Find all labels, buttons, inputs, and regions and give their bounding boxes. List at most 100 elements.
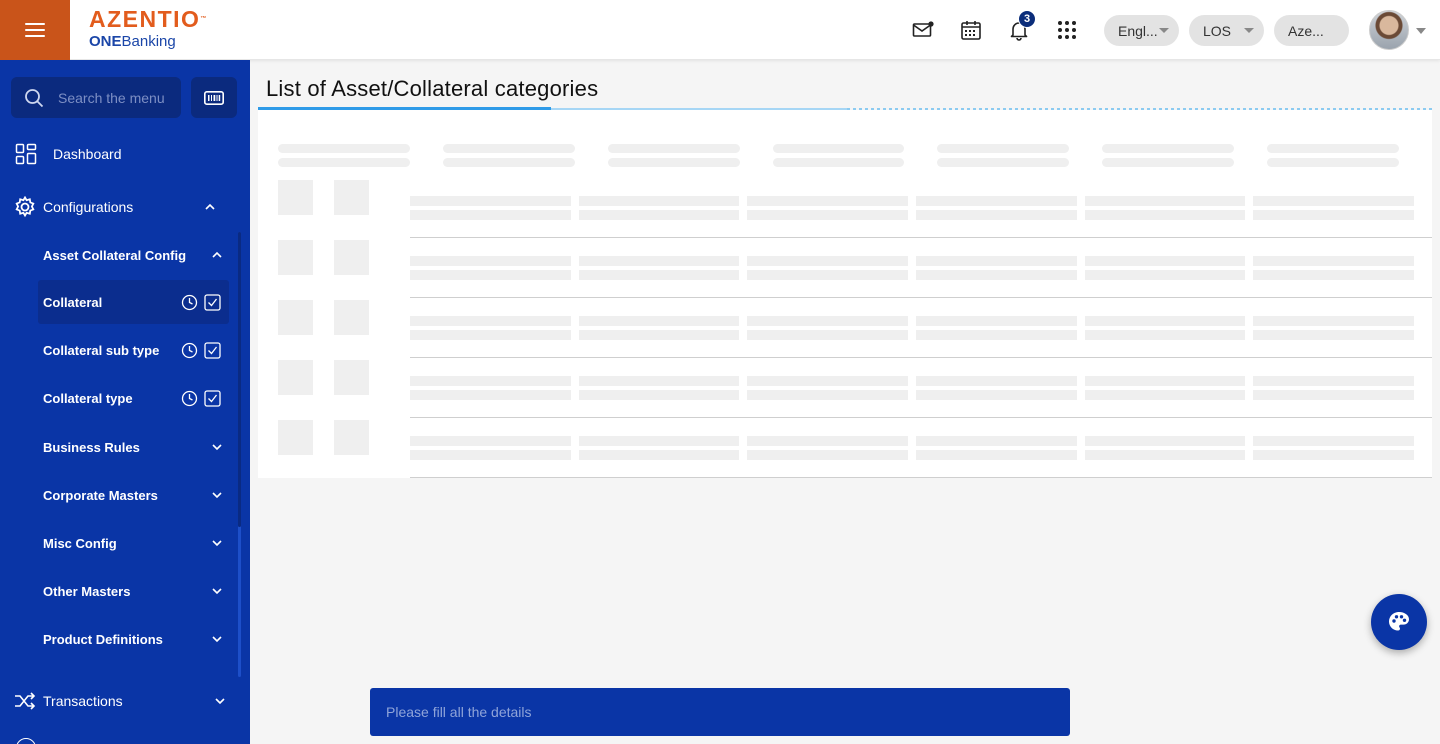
skeleton-row	[916, 210, 1077, 220]
azentio-logo[interactable]: AZENTIO™ ONEBanking	[89, 7, 208, 51]
messages-button[interactable]	[911, 18, 935, 42]
skeleton-row	[579, 196, 739, 206]
user-avatar[interactable]	[1369, 10, 1409, 50]
skeleton-row	[916, 270, 1077, 280]
skeleton-row	[410, 390, 571, 400]
sidebar-item-other-masters[interactable]: Other Masters	[38, 569, 229, 613]
sidebar-item-collateral-sub-type[interactable]: Collateral sub type	[38, 328, 229, 372]
sidebar-item-misc-config[interactable]: Misc Config	[38, 521, 229, 565]
skeleton-row	[410, 436, 571, 446]
skeleton-row	[579, 316, 739, 326]
chevron-down-icon	[212, 588, 222, 595]
skeleton-row	[916, 316, 1077, 326]
logo-sub-text: Banking	[121, 33, 176, 50]
entity-value: Aze...	[1288, 22, 1324, 39]
skeleton-row	[278, 420, 313, 455]
theme-palette-button[interactable]	[1371, 594, 1427, 650]
barcode-button[interactable]	[191, 77, 237, 118]
sidebar-scrollbar-thumb[interactable]	[238, 232, 241, 527]
skeleton-header	[1102, 158, 1234, 167]
skeleton-row	[579, 256, 739, 266]
skeleton-row	[579, 436, 739, 446]
checkbox-checked-icon[interactable]	[204, 390, 221, 407]
sidebar-item-collateral[interactable]: Collateral	[38, 280, 229, 324]
hamburger-icon	[25, 23, 45, 37]
sidebar-item-asset-collateral-config[interactable]: Asset Collateral Config	[38, 233, 229, 277]
calendar-icon	[961, 21, 981, 40]
skeleton-row	[916, 376, 1077, 386]
sidebar-item-label: Collateral	[43, 294, 103, 310]
skeleton-row	[747, 210, 908, 220]
shuffle-icon	[14, 690, 36, 712]
checkbox-checked-icon[interactable]	[204, 294, 221, 311]
skeleton-row	[1253, 196, 1414, 206]
search-icon	[25, 88, 44, 107]
apps-grid-icon	[1058, 21, 1076, 39]
skeleton-row	[1253, 210, 1414, 220]
sidebar-item-dashboard[interactable]: Dashboard	[0, 132, 240, 176]
skeleton-header	[1267, 158, 1399, 167]
skeleton-row	[579, 330, 739, 340]
skeleton-row	[579, 376, 739, 386]
skeleton-row	[334, 420, 369, 455]
table-row-divider	[410, 237, 1432, 238]
checkbox-checked-icon[interactable]	[204, 342, 221, 359]
language-select[interactable]: Engl...	[1104, 15, 1179, 46]
sidebar-item-product-definitions[interactable]: Product Definitions	[38, 617, 229, 661]
calendar-button[interactable]	[959, 18, 983, 42]
skeleton-header	[937, 144, 1069, 153]
skeleton-header	[1102, 144, 1234, 153]
skeleton-row	[579, 270, 739, 280]
chevron-down-icon	[212, 540, 222, 547]
sidebar-item-configurations[interactable]: Configurations	[0, 185, 240, 229]
chevron-down-icon	[215, 698, 225, 705]
clock-icon[interactable]	[181, 342, 198, 359]
skeleton-row	[916, 196, 1077, 206]
skeleton-row	[410, 210, 571, 220]
menu-toggle-button[interactable]	[0, 0, 70, 60]
table-row-divider	[410, 357, 1432, 358]
barcode-icon	[204, 90, 224, 105]
skeleton-row	[1085, 210, 1245, 220]
clock-icon[interactable]	[181, 294, 198, 311]
module-select[interactable]: LOS	[1189, 15, 1264, 46]
table-row-divider	[410, 477, 1432, 478]
sidebar-item-label: Misc Config	[43, 535, 117, 551]
gear-icon	[14, 196, 36, 218]
skeleton-row	[410, 316, 571, 326]
sidebar-item-label: Collateral type	[43, 390, 133, 406]
skeleton-row	[1085, 436, 1245, 446]
menu-search-input[interactable]	[58, 89, 178, 106]
skeleton-row	[278, 180, 313, 215]
skeleton-row	[278, 360, 313, 395]
skeleton-header	[773, 144, 904, 153]
mail-icon	[912, 21, 934, 37]
sidebar-item-corporate-masters[interactable]: Corporate Masters	[38, 473, 229, 517]
skeleton-row	[747, 270, 908, 280]
skeleton-row	[1253, 390, 1414, 400]
skeleton-header	[773, 158, 904, 167]
logo-brand-text: AZENTIO	[89, 6, 201, 32]
sidebar-item-label: Product Definitions	[43, 631, 163, 647]
skeleton-row	[579, 450, 739, 460]
sidebar-item-label: Collateral sub type	[43, 342, 160, 358]
snackbar-message: Please fill all the details	[370, 688, 1070, 736]
sidebar-item-transactions[interactable]: Transactions	[0, 679, 240, 723]
sidebar-item-collateral-type[interactable]: Collateral type	[38, 376, 229, 420]
skeleton-row	[278, 300, 313, 335]
module-value: LOS	[1203, 22, 1232, 39]
skeleton-row	[1253, 330, 1414, 340]
entity-select[interactable]: Aze...	[1274, 15, 1349, 46]
apps-button[interactable]	[1055, 18, 1079, 42]
sidebar-item-label: Other Masters	[43, 583, 131, 599]
caret-down-icon[interactable]	[1416, 28, 1426, 34]
sidebar-item-label: Asset Collateral Config	[43, 247, 187, 263]
skeleton-row	[1085, 376, 1245, 386]
palette-icon	[1389, 612, 1409, 631]
chevron-down-icon	[212, 492, 222, 499]
skeleton-row	[334, 240, 369, 275]
sidebar-item-business-rules[interactable]: Business Rules	[38, 425, 229, 469]
skeleton-header	[443, 158, 575, 167]
skeleton-row	[1085, 196, 1245, 206]
clock-icon[interactable]	[181, 390, 198, 407]
